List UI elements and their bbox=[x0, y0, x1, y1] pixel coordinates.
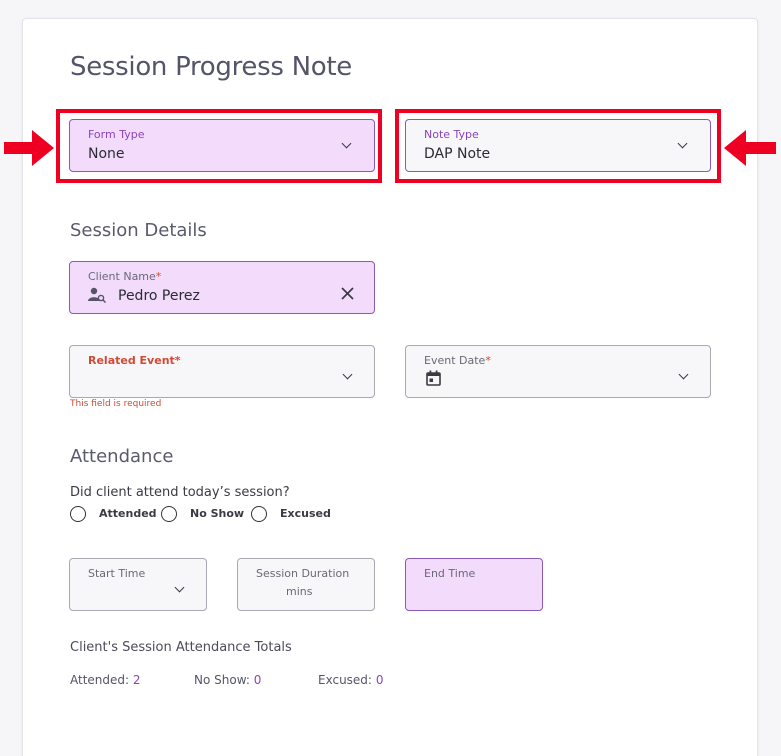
chevron-down-icon bbox=[678, 369, 689, 380]
start-time-select[interactable]: Start Time bbox=[69, 558, 207, 611]
note-type-select[interactable]: Note Type DAP Note bbox=[405, 119, 711, 172]
radio-attended-label: Attended bbox=[99, 507, 157, 520]
chevron-down-icon bbox=[341, 138, 352, 149]
session-duration-field[interactable]: Session Duration mins bbox=[237, 558, 375, 611]
note-type-value: DAP Note bbox=[424, 146, 491, 162]
radio-excused[interactable] bbox=[251, 506, 267, 522]
form-type-value: None bbox=[88, 146, 125, 162]
arrow-right-icon bbox=[4, 130, 54, 166]
attendance-heading: Attendance bbox=[70, 446, 174, 467]
totals-heading: Client's Session Attendance Totals bbox=[70, 640, 292, 655]
arrow-left-icon bbox=[724, 130, 776, 166]
client-search-icon bbox=[88, 287, 106, 303]
event-date-label: Event Date* bbox=[424, 354, 491, 367]
session-duration-unit: mins bbox=[286, 585, 313, 598]
related-event-error: This field is required bbox=[70, 399, 162, 409]
total-attended: Attended: 2 bbox=[70, 673, 141, 687]
client-name-field[interactable]: Client Name* Pedro Perez bbox=[69, 261, 375, 314]
attendance-question: Did client attend today’s session? bbox=[70, 485, 290, 500]
chevron-down-icon bbox=[174, 582, 185, 593]
form-type-label: Form Type bbox=[88, 128, 145, 141]
chevron-down-icon bbox=[342, 369, 353, 380]
form-type-select[interactable]: Form Type None bbox=[69, 119, 375, 172]
end-time-field[interactable]: End Time bbox=[405, 558, 543, 611]
total-excused: Excused: 0 bbox=[318, 673, 384, 687]
session-duration-label: Session Duration bbox=[256, 567, 350, 580]
radio-attended[interactable] bbox=[70, 506, 86, 522]
note-type-label: Note Type bbox=[424, 128, 479, 141]
related-event-select[interactable]: Related Event* bbox=[69, 345, 375, 398]
radio-no-show[interactable] bbox=[161, 506, 177, 522]
radio-excused-label: Excused bbox=[280, 507, 331, 520]
radio-no-show-label: No Show bbox=[190, 507, 245, 520]
total-no-show: No Show: 0 bbox=[194, 673, 262, 687]
related-event-label: Related Event* bbox=[88, 354, 181, 367]
client-name-value: Pedro Perez bbox=[118, 288, 200, 304]
chevron-down-icon bbox=[677, 138, 688, 149]
close-icon[interactable] bbox=[341, 287, 354, 300]
calendar-icon bbox=[426, 370, 441, 386]
session-details-heading: Session Details bbox=[70, 220, 207, 241]
page-title: Session Progress Note bbox=[70, 52, 352, 82]
end-time-label: End Time bbox=[424, 567, 476, 580]
event-date-select[interactable]: Event Date* bbox=[405, 345, 711, 398]
client-name-label: Client Name* bbox=[88, 270, 162, 283]
start-time-label: Start Time bbox=[88, 567, 146, 580]
